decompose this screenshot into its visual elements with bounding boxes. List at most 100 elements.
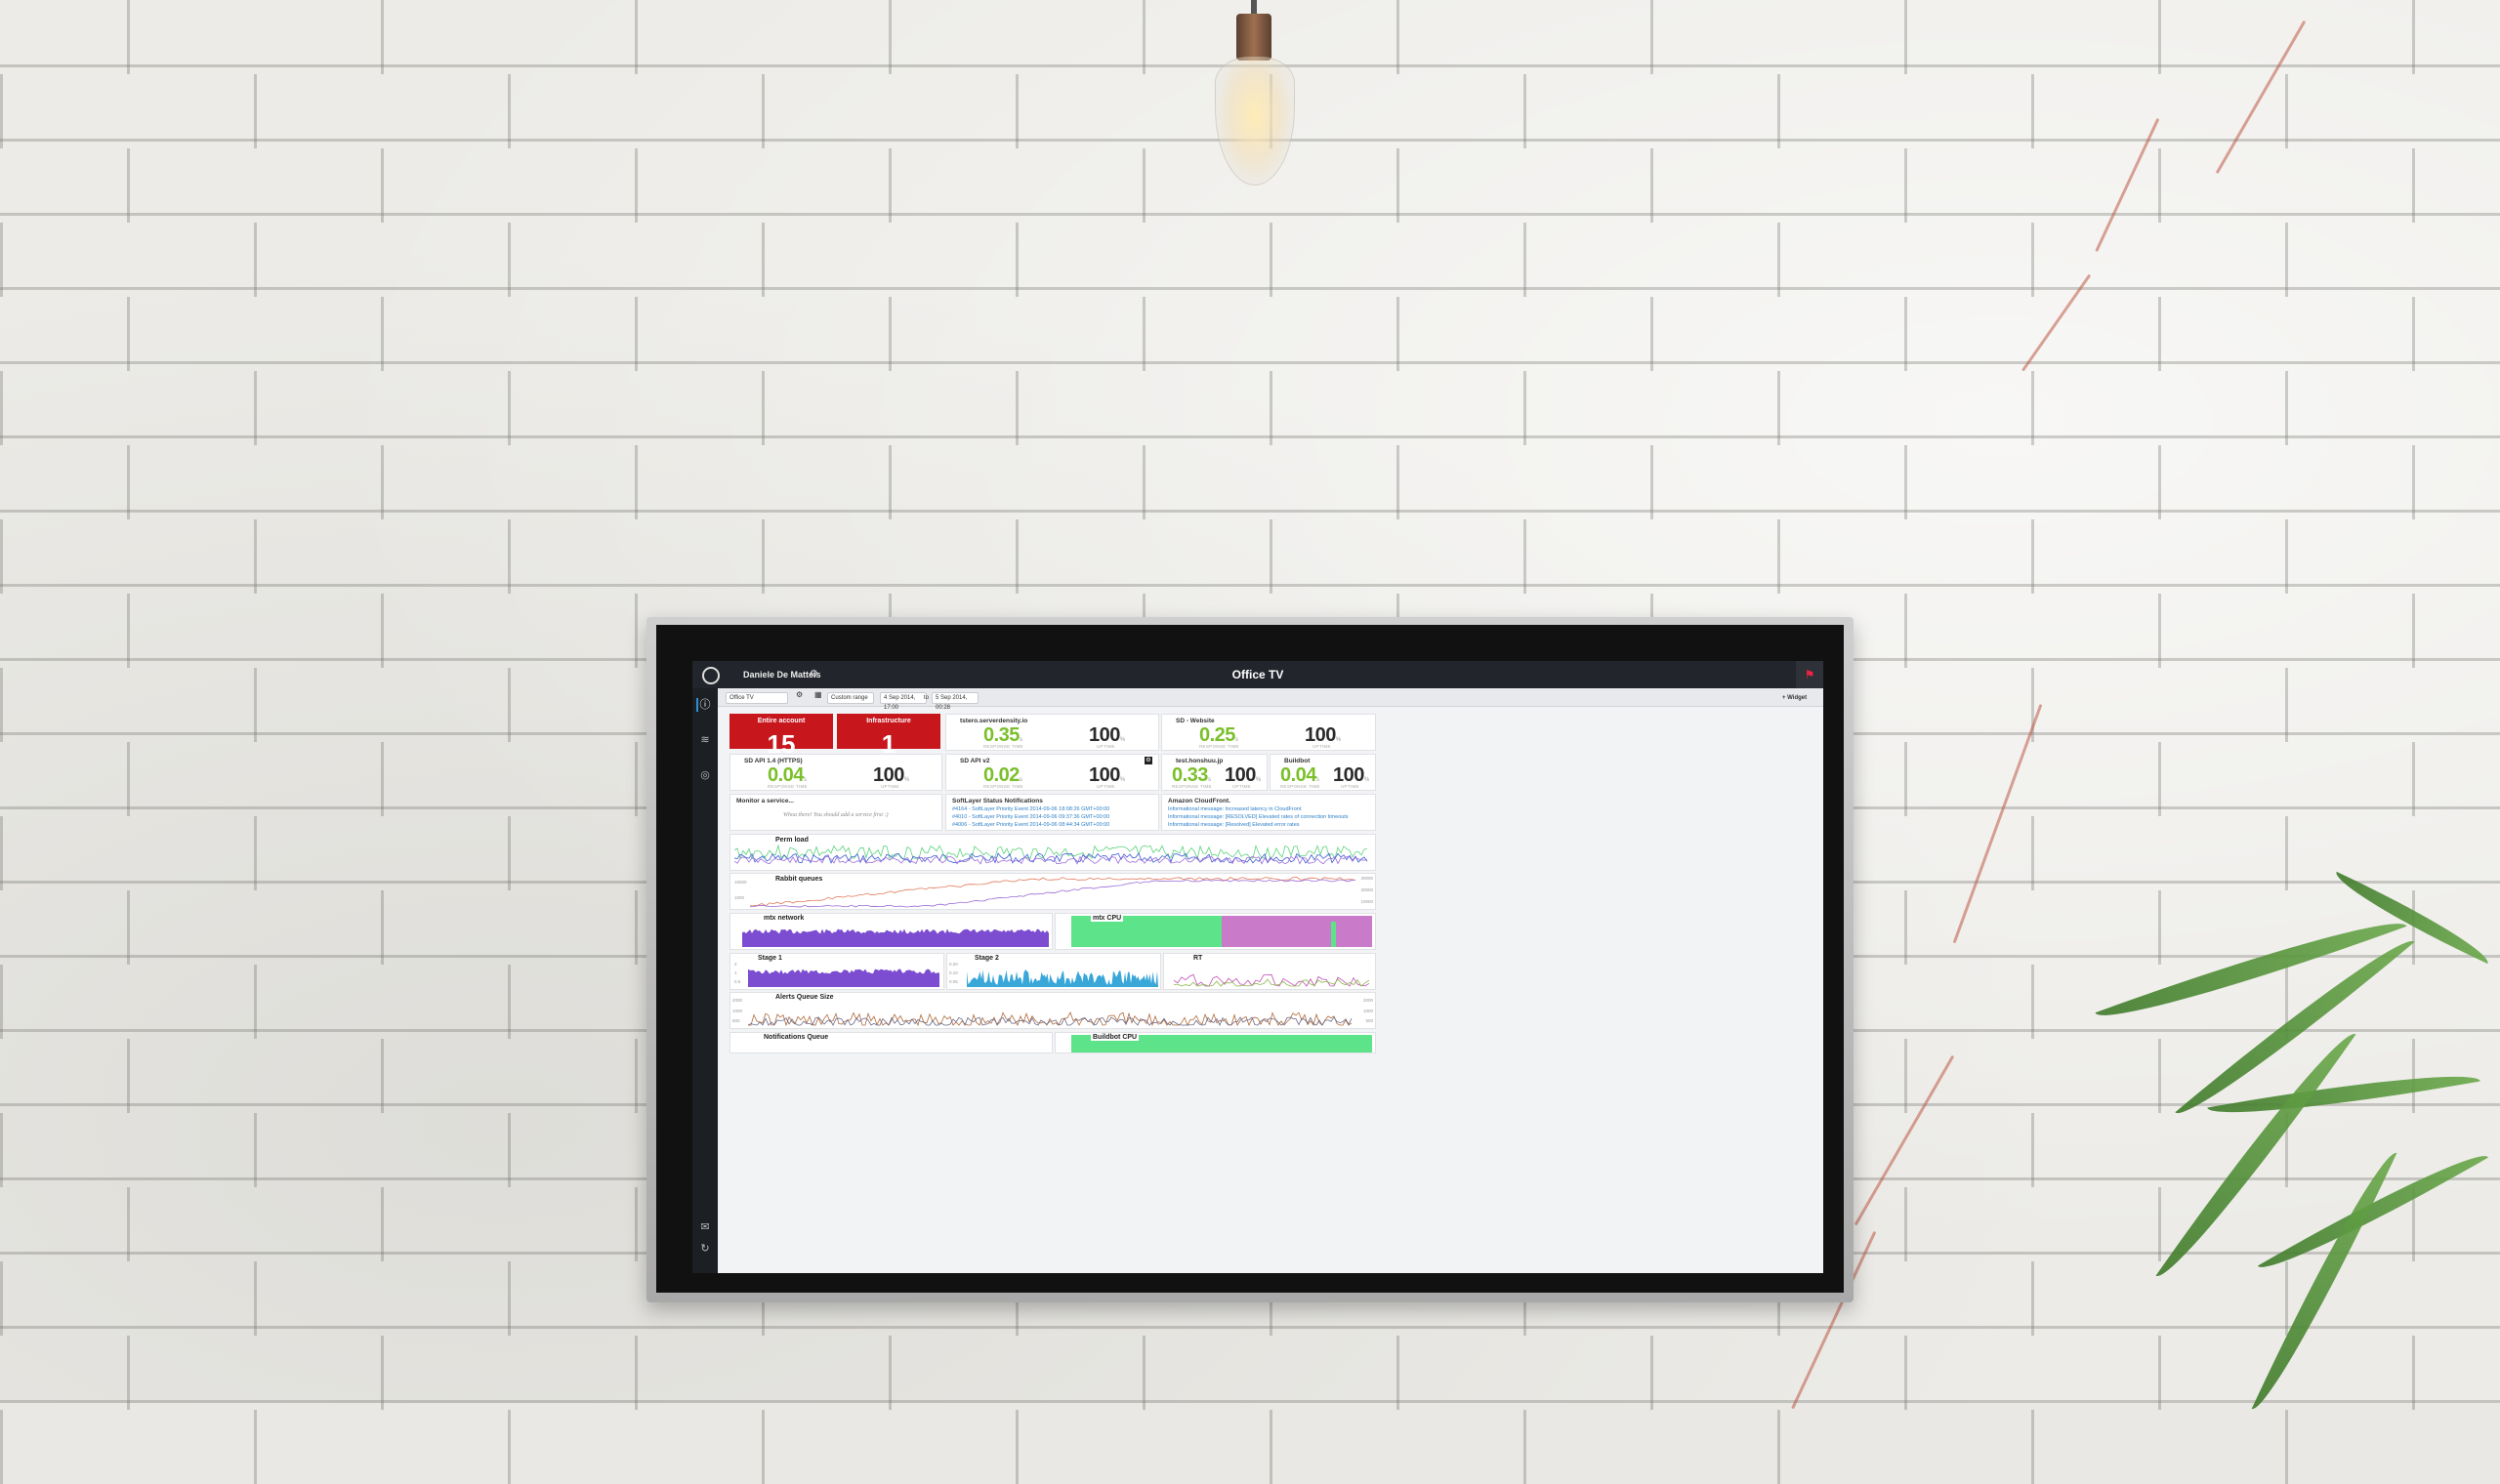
- feed-card-cloudfront: Amazon CloudFront. Informational message…: [1161, 794, 1376, 831]
- layers-icon[interactable]: ≋: [698, 733, 712, 747]
- monitor-hint[interactable]: Whoa there! You should add a service fir…: [783, 812, 889, 818]
- chart-alerts-queue-size[interactable]: Alerts Queue Size 2000 1000 500 2000 100…: [729, 992, 1376, 1029]
- y-tick-right: 1000: [1362, 1009, 1373, 1013]
- feed-card-softlayer: SoftLayer Status Notifications #4164 - S…: [945, 794, 1159, 831]
- chart-title: mtx CPU: [1091, 915, 1124, 922]
- service-name: SD - Website: [1176, 718, 1215, 724]
- feed-item[interactable]: #4010 - SoftLayer Priority Event 2014-09…: [952, 814, 1109, 820]
- uptime-label: UPTIME: [1232, 784, 1251, 789]
- response-time-label: RESPONSE TIME: [983, 784, 1023, 789]
- y-tick-right: 20000: [1360, 887, 1373, 892]
- chart-series: [748, 969, 939, 987]
- y-tick-right: 500: [1365, 1018, 1373, 1023]
- service-card[interactable]: test.honshuu.jp 0.33s RESPONSE TIME 100%…: [1161, 754, 1268, 791]
- service-name: SD API v2: [960, 758, 990, 764]
- alert-label: Entire account: [757, 718, 806, 724]
- range-to-label: to: [924, 695, 930, 701]
- feed-item[interactable]: Informational message: [Resolved] Elevat…: [1168, 822, 1300, 828]
- chart-stage-1[interactable]: Stage 1 2 1 0.5: [729, 953, 944, 990]
- chart-series: [748, 1011, 1353, 1026]
- mtx-network-area: [742, 928, 1049, 947]
- range-start-input[interactable]: 4 Sep 2014, 17:00: [880, 692, 927, 711]
- service-name: SD API 1.4 (HTTPS): [744, 758, 803, 764]
- feed-title: Amazon CloudFront.: [1168, 798, 1230, 804]
- service-card[interactable]: SD API 1.4 (HTTPS) 0.04s RESPONSE TIME 1…: [729, 754, 942, 791]
- service-name: Buildbot: [1284, 758, 1311, 764]
- feed-title: SoftLayer Status Notifications: [952, 798, 1043, 804]
- widget-settings-icon[interactable]: ⚙: [1145, 757, 1152, 764]
- info-icon[interactable]: ⓘ: [696, 698, 712, 712]
- stage-1-area: [748, 969, 939, 987]
- chart-title: mtx network: [764, 915, 805, 922]
- chart-rabbit-queues[interactable]: Rabbit queues 10000 1000 30000 20000 100…: [729, 873, 1376, 910]
- flag-icon[interactable]: ⚑: [1796, 661, 1823, 688]
- toolbar: Office TV ⚙ ▦ Custom range 4 Sep 2014, 1…: [718, 688, 1823, 711]
- chart-series: [750, 879, 1355, 908]
- y-tick: 500: [732, 1018, 740, 1023]
- chart-perm-load[interactable]: Perm load: [729, 834, 1376, 871]
- sidebar: ⓘ ≋ ◎ ✉ ↻: [692, 688, 718, 1273]
- cpu-spike: [1331, 922, 1336, 947]
- refresh-icon[interactable]: ↻: [698, 1242, 712, 1256]
- monitor-title: Monitor a service...: [736, 798, 794, 804]
- chart-notifications-queue[interactable]: Notifications Queue: [729, 1032, 1053, 1053]
- chart-title: Buildbot CPU: [1091, 1034, 1140, 1041]
- service-card[interactable]: Buildbot 0.04s RESPONSE TIME 100% UPTIME: [1270, 754, 1376, 791]
- y-tick-right: 30000: [1360, 876, 1373, 881]
- globe-icon[interactable]: ◎: [698, 768, 712, 782]
- service-card[interactable]: tstero.serverdensity.io 0.35s RESPONSE T…: [945, 714, 1159, 751]
- alert-card-entire-account[interactable]: Entire account 15: [729, 714, 833, 759]
- chart-title: Stage 1: [758, 955, 782, 962]
- response-time-label: RESPONSE TIME: [1172, 784, 1212, 789]
- uptime-label: UPTIME: [1097, 744, 1115, 749]
- chat-icon[interactable]: ✉: [698, 1220, 712, 1234]
- dashboard-screen: Daniele De Mattéis ⚙ Office TV ⚑ ⓘ ≋ ◎ ✉…: [692, 661, 1823, 1273]
- chart-stage-2[interactable]: Stage 2 0.20 0.10 0.05: [946, 953, 1161, 990]
- uptime-label: UPTIME: [1097, 784, 1115, 789]
- y-tick: 10000: [734, 880, 747, 885]
- chart-mtx-cpu[interactable]: mtx CPU: [1055, 913, 1376, 950]
- range-select[interactable]: Custom range: [827, 692, 874, 704]
- response-time-label: RESPONSE TIME: [1199, 744, 1239, 749]
- chart-series: [1174, 978, 1369, 987]
- feed-item[interactable]: Informational message: [RESOLVED] Elevat…: [1168, 814, 1349, 820]
- rt-lines: [1174, 973, 1369, 987]
- alerts-queue-lines: [748, 1011, 1353, 1026]
- cpu-user-area: [1222, 916, 1372, 947]
- settings-icon[interactable]: ⚙: [796, 690, 803, 700]
- dashboard-select[interactable]: Office TV: [726, 692, 788, 704]
- add-widget-button[interactable]: + Widget: [1782, 693, 1807, 703]
- feed-item[interactable]: #4006 - SoftLayer Priority Event 2014-09…: [952, 822, 1109, 828]
- service-card[interactable]: SD - Website 0.25s RESPONSE TIME 100% UP…: [1161, 714, 1376, 751]
- chart-buildbot-cpu[interactable]: Buildbot CPU: [1055, 1032, 1376, 1053]
- feed-item[interactable]: #4164 - SoftLayer Priority Event 2014-09…: [952, 806, 1109, 812]
- y-tick: 0.05: [949, 979, 958, 984]
- response-time-label: RESPONSE TIME: [1280, 784, 1320, 789]
- y-tick: 0.5: [734, 979, 741, 984]
- service-card[interactable]: SD API v2 ⚙ 0.02s RESPONSE TIME 100% UPT…: [945, 754, 1159, 791]
- tv-frame: Daniele De Mattéis ⚙ Office TV ⚑ ⓘ ≋ ◎ ✉…: [646, 617, 1854, 1302]
- y-tick-right: 2000: [1362, 998, 1373, 1003]
- feed-item[interactable]: Informational message: Increased latency…: [1168, 806, 1301, 812]
- chart-series: [742, 928, 1049, 947]
- calendar-icon[interactable]: ▦: [814, 690, 822, 700]
- service-name: tstero.serverdensity.io: [960, 718, 1028, 724]
- perm-load-lines: [734, 844, 1368, 865]
- chart-rt[interactable]: RT: [1163, 953, 1376, 990]
- y-tick: 2: [734, 962, 737, 967]
- stage-2-area: [967, 969, 1158, 987]
- page-title: Office TV: [1231, 668, 1284, 681]
- y-tick-right: 10000: [1360, 899, 1373, 904]
- uptime-label: UPTIME: [1312, 744, 1331, 749]
- chart-mtx-network[interactable]: mtx network: [729, 913, 1053, 950]
- tv-bezel: Daniele De Mattéis ⚙ Office TV ⚑ ⓘ ≋ ◎ ✉…: [656, 625, 1844, 1293]
- chart-title: Stage 2: [975, 955, 999, 962]
- y-tick: 0.10: [949, 970, 958, 975]
- chart-title: Notifications Queue: [764, 1034, 829, 1041]
- uptime-label: UPTIME: [1341, 784, 1359, 789]
- alert-card-infrastructure[interactable]: Infrastructure 1: [837, 714, 940, 759]
- chart-series: [967, 969, 1158, 987]
- rabbit-queue-lines: [750, 877, 1355, 908]
- monitor-service-card[interactable]: Monitor a service... Whoa there! You sho…: [729, 794, 942, 831]
- range-end-input[interactable]: 5 Sep 2014, 00:28: [932, 692, 979, 711]
